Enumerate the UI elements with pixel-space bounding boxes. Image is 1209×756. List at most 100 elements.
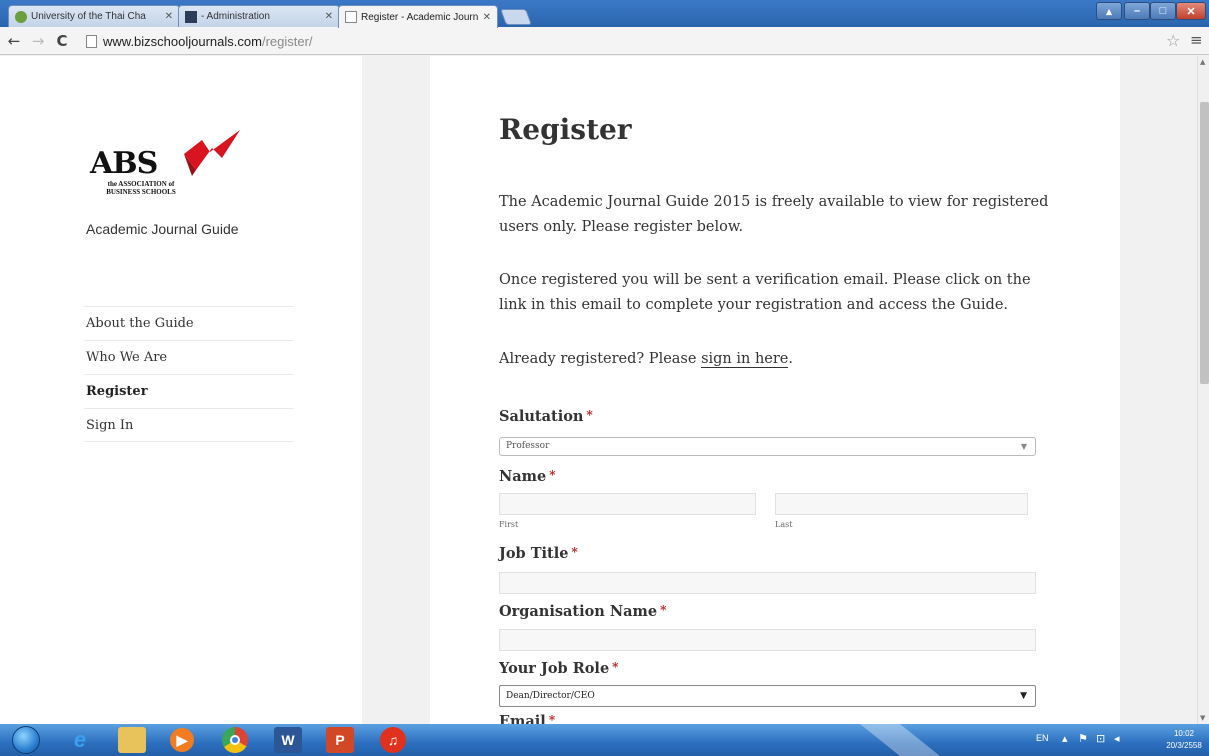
scrollbar-thumb[interactable] [1200,102,1209,384]
tray-expand-icon[interactable]: ▴ [1062,732,1068,745]
address-path: /register/ [261,33,313,49]
sign-in-link[interactable]: sign in here [701,351,789,368]
tab-title: - Administration [201,11,270,22]
page-icon [86,34,97,48]
logo-sub-line: the ASSOCIATION of [107,180,175,188]
tab-university[interactable]: University of the Thai Cha ✕ [8,5,180,27]
address-bar[interactable]: www.bizschooljournals.com /register/ [86,31,1156,51]
chevron-down-icon: ▼ [1020,442,1027,451]
job-title-label: Job Title * [499,545,578,562]
sidebar: ABS the ASSOCIATION of BUSINESS SCHOOLS … [0,56,362,724]
name-label-text: Name [499,468,547,485]
last-name-input[interactable] [775,493,1028,515]
content-area [430,56,1120,724]
scroll-down-icon[interactable]: ▼ [1200,714,1205,722]
first-name-input[interactable] [499,493,756,515]
chrome-center-icon [230,735,240,745]
system-clock[interactable]: 10:02 20/3/2558 [1162,728,1206,752]
browser-tab-strip: University of the Thai Cha ✕ - Administr… [0,0,1209,28]
close-tab-icon[interactable]: ✕ [483,12,491,23]
forward-icon[interactable]: → [28,32,48,50]
chrome-icon[interactable] [222,727,248,753]
page-title: Register [499,113,632,146]
required-mark: * [549,468,556,482]
new-tab-button[interactable] [500,9,532,25]
language-indicator[interactable]: EN [1036,733,1049,743]
close-window-button[interactable]: ✕ [1176,2,1206,20]
email-label-text: Email [499,713,546,724]
media-player-icon[interactable]: ▶ [170,728,194,752]
salutation-value: Professor [506,441,550,451]
first-name-sublabel: First [499,520,519,529]
internet-explorer-icon[interactable]: e [66,727,94,753]
sidebar-item-sign-in[interactable]: Sign In [84,408,293,442]
sidebar-item-who-we-are[interactable]: Who We Are [84,340,293,374]
flag-logo-icon [184,130,240,176]
sign-in-suffix: . [788,351,793,367]
name-label: Name * [499,468,556,485]
menu-icon[interactable]: ≡ [1190,31,1203,49]
page-viewport: ABS the ASSOCIATION of BUSINESS SCHOOLS … [0,56,1197,724]
logo-sub-line: BUSINESS SCHOOLS [106,188,176,196]
back-icon[interactable]: ← [4,32,24,50]
organisation-label-text: Organisation Name [499,603,658,620]
chevron-down-icon: ▼ [1020,691,1027,701]
globe-icon [15,10,27,23]
minimize-button[interactable]: – [1124,2,1150,20]
job-title-label-text: Job Title [499,545,569,562]
tab-title: Register - Academic Journ [361,11,479,23]
taskbar-decoration [860,724,940,756]
last-name-sublabel: Last [775,520,793,529]
itunes-icon[interactable]: ♫ [380,727,406,753]
job-role-value: Dean/Director/CEO [506,691,595,701]
close-tab-icon[interactable]: ✕ [325,11,333,22]
job-role-label: Your Job Role * [499,660,618,677]
required-mark: * [548,713,556,724]
action-center-flag-icon[interactable]: ⚑ [1078,732,1088,745]
tab-register[interactable]: Register - Academic Journ ✕ [338,5,498,28]
sign-in-paragraph: Already registered? Please sign in here. [499,347,1059,372]
page-scrollbar[interactable]: ▲ ▼ [1197,56,1209,724]
volume-icon[interactable]: ◂ [1114,732,1120,745]
abs-logo[interactable]: ABS the ASSOCIATION of BUSINESS SCHOOLS [86,128,246,204]
job-role-label-text: Your Job Role [499,660,610,677]
sidebar-item-register[interactable]: Register [84,374,293,408]
user-profile-button[interactable]: ▴ [1096,2,1122,20]
file-explorer-icon[interactable] [118,727,146,753]
address-host: www.bizschooljournals.com [103,33,262,49]
verification-paragraph: Once registered you will be sent a verif… [499,272,1031,313]
clock-date: 20/3/2558 [1166,741,1202,750]
logo-subtitle: the ASSOCIATION of BUSINESS SCHOOLS [86,180,196,196]
organisation-label: Organisation Name * [499,603,666,620]
site-description: Academic Journal Guide [86,221,239,237]
organisation-input[interactable] [499,629,1036,651]
reload-icon[interactable]: C [52,32,72,50]
start-button[interactable] [12,726,40,754]
scroll-up-icon[interactable]: ▲ [1200,58,1205,66]
job-role-select[interactable]: Dean/Director/CEO ▼ [499,685,1036,707]
salutation-label: Salutation * [499,408,593,425]
sidebar-item-about[interactable]: About the Guide [84,306,293,340]
email-label: Email * [499,713,555,724]
salutation-label-text: Salutation [499,408,584,425]
bookmark-star-icon[interactable]: ☆ [1166,31,1180,50]
admin-icon [185,10,197,23]
intro-paragraph: The Academic Journal Guide 2015 is freel… [499,194,1049,235]
clock-time: 10:02 [1173,729,1195,738]
sidebar-nav: About the Guide Who We Are Register Sign… [84,306,293,442]
tab-administration[interactable]: - Administration ✕ [178,5,340,27]
word-icon[interactable]: W [274,727,302,753]
tab-title: University of the Thai Cha [31,11,146,22]
required-mark: * [586,408,593,422]
logo-text: ABS [90,146,158,181]
close-tab-icon[interactable]: ✕ [165,11,173,22]
required-mark: * [571,545,578,559]
required-mark: * [612,660,619,674]
browser-toolbar: ← → C www.bizschooljournals.com /registe… [0,27,1209,55]
powerpoint-icon[interactable]: P [326,727,354,753]
network-icon[interactable]: ⊡ [1096,732,1105,745]
windows-taskbar: e ▶ W P ♫ EN ▴ ⚑ ⊡ ◂ 10:02 20/3/2558 [0,724,1209,756]
maximize-button[interactable]: □ [1150,2,1176,20]
salutation-select[interactable]: Professor ▼ [499,437,1036,456]
job-title-input[interactable] [499,572,1036,594]
